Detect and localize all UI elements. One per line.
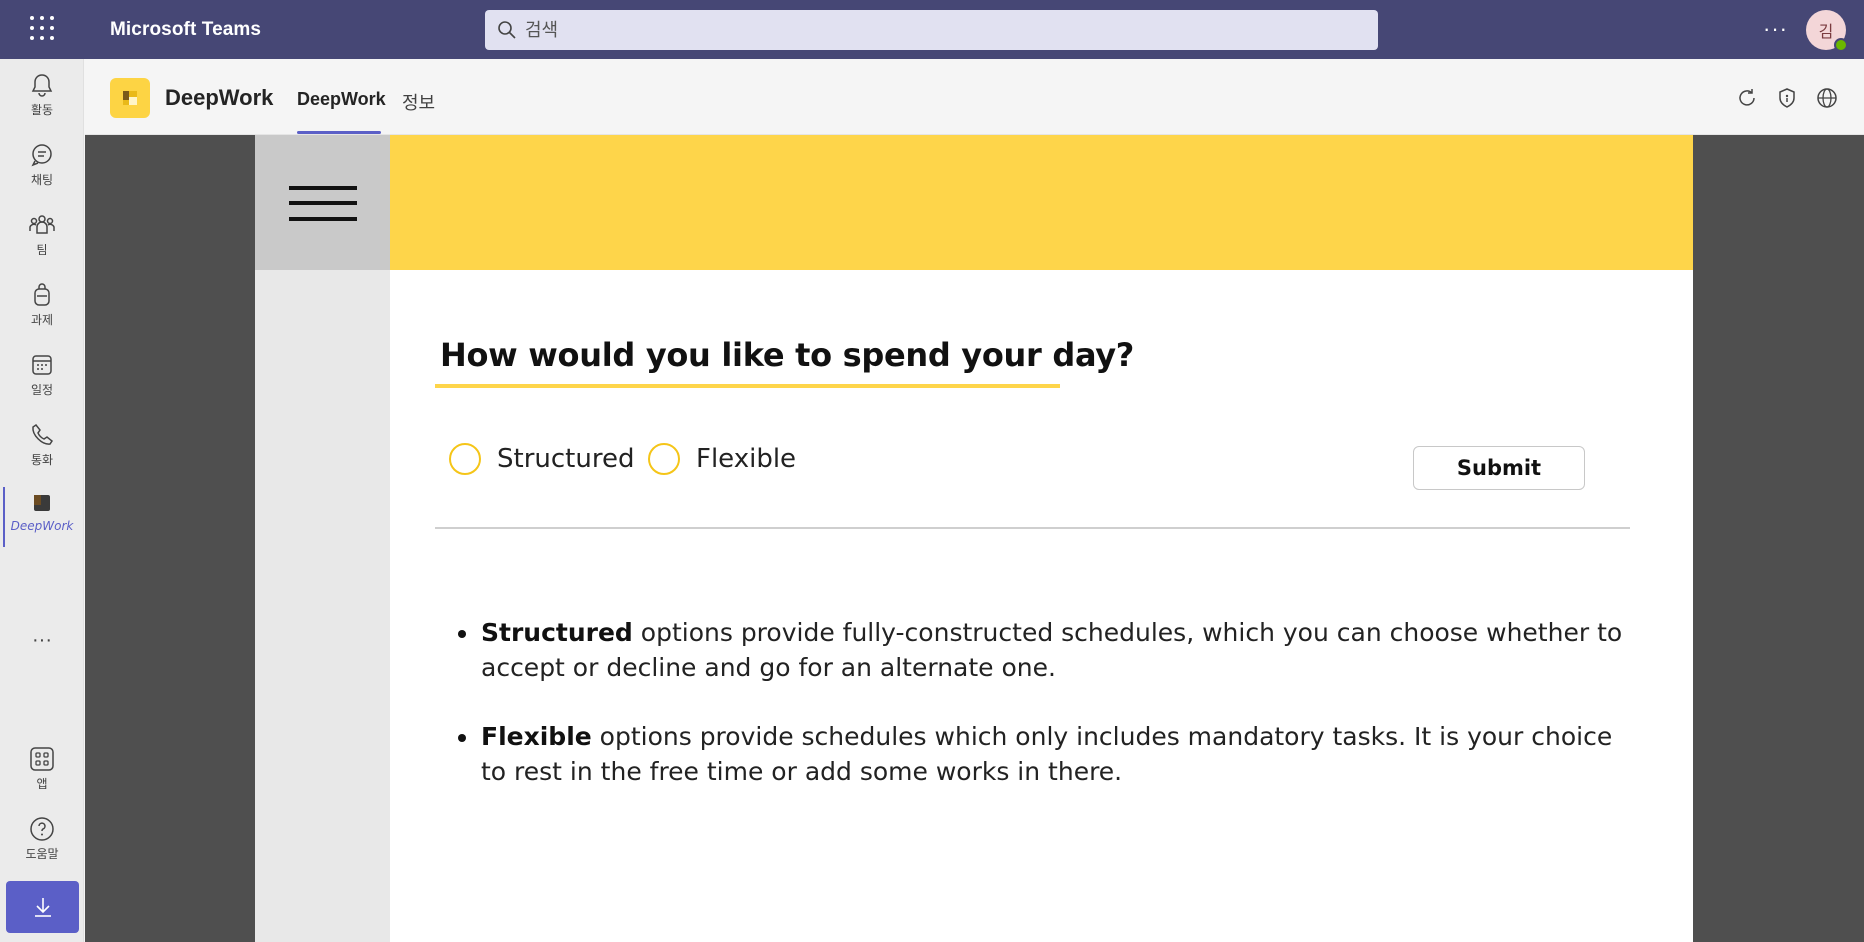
submit-button[interactable]: Submit — [1413, 446, 1585, 490]
tab-about[interactable]: 정보 — [402, 89, 435, 115]
bullet-term: Flexible — [481, 722, 592, 751]
avatar[interactable]: 김 — [1806, 10, 1848, 52]
bell-icon — [31, 74, 53, 97]
option-label: Flexible — [696, 444, 797, 474]
rail-item-label: 도움말 — [25, 847, 59, 861]
app-header: DeepWork DeepWork 정보 — [85, 59, 1864, 135]
app-name: DeepWork — [165, 85, 274, 110]
radio-button[interactable] — [648, 443, 680, 475]
bullet-term: Structured — [481, 618, 633, 647]
page-question: How would you like to spend your day? — [440, 336, 1135, 374]
rail-item-apps[interactable]: 앱 — [0, 739, 84, 801]
phone-icon — [32, 423, 54, 445]
hamburger-menu-icon[interactable] — [255, 135, 390, 270]
option-flexible[interactable]: Flexible — [648, 443, 796, 475]
rail-item-deepwork[interactable]: DeepWork — [0, 483, 84, 547]
option-structured[interactable]: Structured — [449, 443, 634, 475]
rail-item-calendar[interactable]: 일정 — [0, 345, 84, 407]
teams-icon — [29, 215, 55, 234]
deepwork-page: How would you like to spend your day? St… — [255, 135, 1693, 942]
left-rail: 활동 채팅 팀 과제 일정 통화 DeepWork ··· 앱 도움말 — [0, 59, 84, 942]
active-tab-indicator — [297, 131, 381, 134]
refresh-icon[interactable] — [1735, 86, 1759, 110]
header-banner — [390, 135, 1693, 270]
privacy-shield-icon[interactable] — [1775, 86, 1799, 110]
question-underline — [435, 384, 1060, 388]
top-bar: Microsoft Teams ··· 김 — [0, 0, 1864, 59]
search-bar[interactable] — [485, 10, 1378, 50]
rail-item-label: 채팅 — [30, 173, 54, 187]
rail-item-label: 일정 — [30, 383, 54, 397]
globe-icon[interactable] — [1815, 86, 1839, 110]
rail-item-label: 활동 — [30, 103, 54, 117]
search-icon — [498, 21, 516, 39]
rail-item-label: 팀 — [36, 243, 48, 257]
search-input[interactable] — [525, 19, 1325, 41]
rail-item-label: 과제 — [30, 313, 54, 327]
rail-item-assignments[interactable]: 과제 — [0, 275, 84, 337]
deepwork-logo-icon — [110, 78, 150, 118]
more-apps-icon[interactable]: ··· — [0, 629, 84, 652]
calendar-icon — [32, 355, 52, 375]
tab-deepwork[interactable]: DeepWork — [297, 89, 386, 110]
radio-button[interactable] — [449, 443, 481, 475]
download-icon — [34, 898, 51, 917]
app-content: How would you like to spend your day? St… — [85, 135, 1864, 942]
bullet-text: options provide schedules which only inc… — [481, 722, 1613, 786]
deepwork-app-icon — [34, 495, 50, 511]
avatar-initial: 김 — [1818, 22, 1834, 41]
rail-item-label: 통화 — [30, 453, 54, 467]
app-title: Microsoft Teams — [110, 19, 262, 40]
rail-item-label: DeepWork — [10, 519, 74, 533]
apps-icon — [30, 747, 54, 771]
rail-item-chat[interactable]: 채팅 — [0, 135, 84, 197]
rail-item-teams[interactable]: 팀 — [0, 205, 84, 267]
download-app-button[interactable] — [6, 881, 79, 933]
bullet-text: options provide fully-constructed schedu… — [481, 618, 1623, 682]
list-item: Flexible options provide schedules which… — [455, 719, 1635, 789]
rail-item-calls[interactable]: 통화 — [0, 415, 84, 477]
rail-item-activity[interactable]: 활동 — [0, 65, 84, 127]
backpack-icon — [34, 283, 50, 306]
rail-item-label: 앱 — [36, 777, 48, 791]
list-item: Structured options provide fully-constru… — [455, 615, 1635, 685]
option-label: Structured — [497, 444, 635, 474]
divider — [435, 527, 1630, 529]
chat-icon — [31, 144, 52, 167]
presence-available-icon — [1834, 38, 1848, 52]
more-options-icon[interactable]: ··· — [1763, 16, 1788, 42]
help-icon — [30, 817, 54, 841]
rail-item-help[interactable]: 도움말 — [0, 809, 84, 871]
app-launcher-icon[interactable] — [30, 16, 56, 42]
option-descriptions: Structured options provide fully-constru… — [455, 615, 1635, 823]
